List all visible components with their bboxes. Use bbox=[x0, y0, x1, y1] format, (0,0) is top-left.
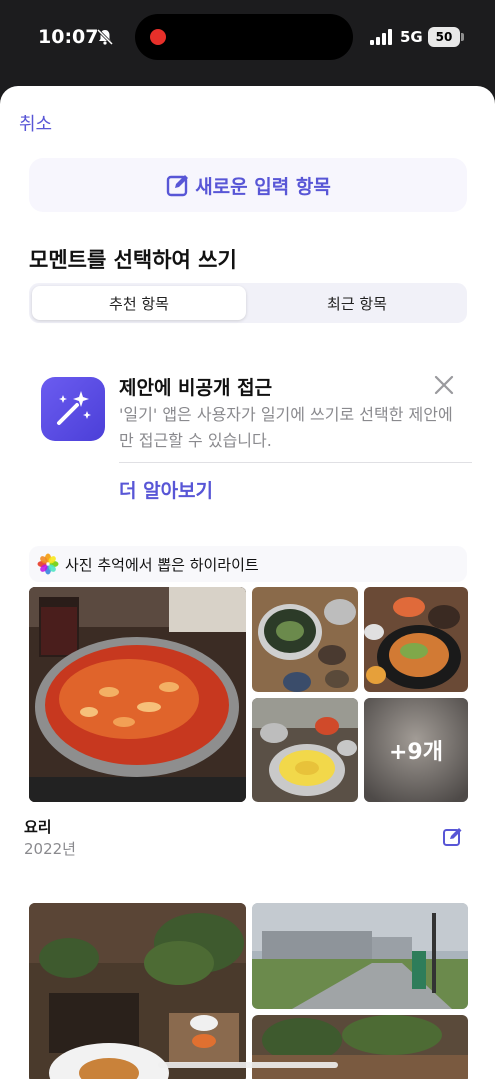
status-bar: 10:07 5G 50 bbox=[0, 0, 495, 86]
memory-photo-2[interactable] bbox=[252, 587, 358, 692]
edit-icon[interactable] bbox=[442, 826, 464, 848]
privacy-card: 제안에 비공개 접근 '일기' 앱은 사용자가 일기에 쓰기로 선택한 제안에만… bbox=[29, 348, 474, 518]
new-entry-label: 새로운 입력 항목 bbox=[195, 175, 331, 198]
section-title: 모멘트를 선택하여 쓰기 bbox=[29, 248, 237, 272]
memory-year: 2022년 bbox=[24, 840, 76, 858]
journal-app-icon bbox=[41, 377, 105, 441]
privacy-title: 제안에 비공개 접근 bbox=[119, 377, 273, 399]
tab-recommended[interactable]: 추천 항목 bbox=[32, 286, 246, 320]
photos-app-icon bbox=[37, 553, 59, 575]
highlights-label: 사진 추억에서 뽑은 하이라이트 bbox=[65, 556, 259, 574]
dynamic-island bbox=[135, 14, 353, 60]
segmented-control: 추천 항목 최근 항목 bbox=[29, 283, 467, 323]
cancel-button[interactable]: 취소 bbox=[19, 110, 52, 136]
memory-photo-3[interactable] bbox=[364, 587, 468, 692]
bell-slash-icon bbox=[96, 28, 114, 46]
journal-sheet: 취소 새로운 입력 항목 모멘트를 선택하여 쓰기 추천 항목 최근 항목 제안… bbox=[0, 86, 495, 1079]
sparkles-magic-icon bbox=[57, 391, 91, 425]
status-time: 10:07 bbox=[38, 26, 99, 48]
memory-photo-4[interactable] bbox=[252, 698, 358, 802]
tab-recent[interactable]: 최근 항목 bbox=[250, 286, 464, 320]
photo-soup bbox=[252, 587, 358, 692]
battery-indicator: 50 bbox=[428, 27, 460, 47]
network-type: 5G bbox=[400, 28, 423, 46]
memory2-photo-2[interactable] bbox=[252, 903, 468, 1009]
memory-title: 요리 bbox=[24, 818, 52, 836]
photo-cold-noodles bbox=[252, 698, 358, 802]
photo-restaurant bbox=[29, 903, 246, 1079]
signal-icon bbox=[370, 29, 392, 45]
photo-campus bbox=[252, 903, 468, 1009]
home-indicator[interactable] bbox=[158, 1062, 338, 1068]
highlights-header: 사진 추억에서 뽑은 하이라이트 bbox=[29, 546, 467, 582]
more-photos-label: +9개 bbox=[389, 740, 443, 765]
privacy-description: '일기' 앱은 사용자가 일기에 쓰기로 선택한 제안에만 접근할 수 있습니다… bbox=[119, 405, 453, 450]
memory-photo-more[interactable]: +9개 bbox=[364, 698, 468, 802]
close-icon[interactable] bbox=[433, 374, 455, 396]
memory-photo-main[interactable] bbox=[29, 587, 246, 802]
recording-indicator bbox=[150, 29, 166, 45]
memory2-photo-main[interactable] bbox=[29, 903, 246, 1079]
learn-more-link[interactable]: 더 알아보기 bbox=[119, 476, 213, 503]
memory2-photo-3[interactable] bbox=[252, 1015, 468, 1079]
divider bbox=[119, 462, 472, 463]
compose-icon bbox=[167, 175, 189, 197]
photo-tteokbokki bbox=[29, 587, 246, 802]
photo-plants bbox=[252, 1015, 468, 1079]
new-entry-button[interactable]: 새로운 입력 항목 bbox=[29, 158, 467, 212]
photo-noodles bbox=[364, 587, 468, 692]
battery-tip bbox=[461, 33, 464, 41]
